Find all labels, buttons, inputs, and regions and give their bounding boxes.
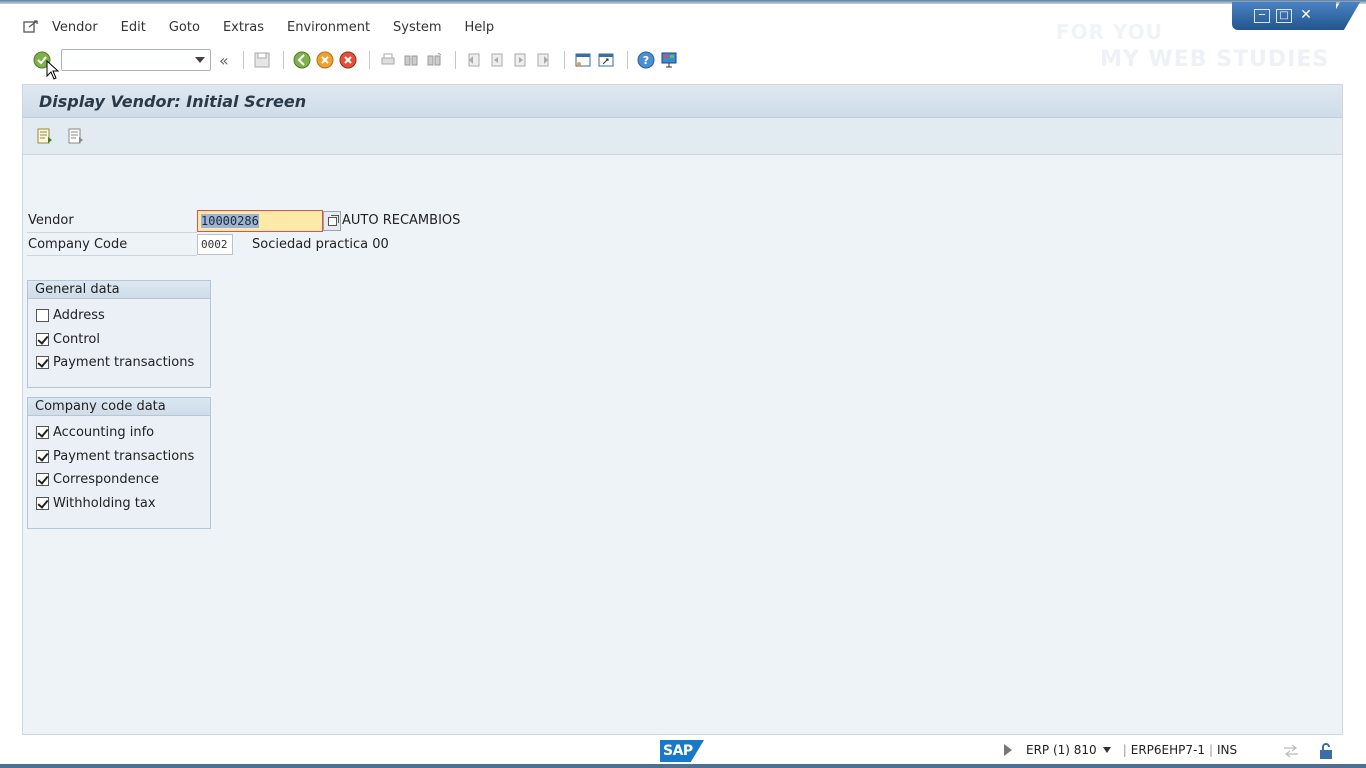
menu-environment[interactable]: Environment (287, 20, 370, 35)
customize-layout-icon[interactable] (659, 50, 679, 70)
command-field[interactable] (61, 49, 211, 71)
lock-icon[interactable] (1318, 742, 1334, 763)
top-accent-line (0, 0, 1366, 4)
collapse-command-icon[interactable]: « (219, 51, 229, 70)
separator (626, 51, 628, 69)
checkbox-control[interactable]: Control (28, 328, 210, 352)
main-frame: Display Vendor: Initial Screen Vendor 10… (22, 84, 1343, 735)
checkbox-label: Control (53, 331, 100, 347)
company-code-data-title: Company code data (28, 398, 210, 416)
checkbox[interactable] (36, 332, 49, 346)
vendor-label: Vendor (28, 213, 74, 228)
checkbox-withholding-tax[interactable]: Withholding tax (28, 492, 210, 516)
checkbox[interactable] (36, 449, 49, 463)
menu-system[interactable]: System (393, 20, 441, 35)
checkbox-correspondence[interactable]: Correspondence (28, 468, 210, 492)
bottom-accent-line (0, 764, 1366, 768)
svg-text:?: ? (643, 54, 649, 67)
separator (454, 51, 456, 69)
checkbox[interactable] (36, 356, 49, 370)
vendor-description: AUTO RECAMBIOS (342, 213, 461, 228)
general-data-title: General data (28, 281, 210, 299)
application-toolbar (23, 118, 1342, 155)
new-session-icon[interactable] (573, 50, 593, 70)
separator: | (1208, 743, 1214, 757)
page-title: Display Vendor: Initial Screen (39, 91, 307, 111)
back-icon[interactable] (292, 50, 312, 70)
system-info: ERP (1) 810 | ERP6EHP7-1 | INS (1004, 743, 1237, 757)
mouse-cursor-icon (46, 59, 60, 83)
connection-icon (1282, 744, 1300, 761)
checkbox-label: Correspondence (53, 472, 160, 488)
first-page-icon[interactable] (464, 50, 484, 70)
checkbox-payment-transactions[interactable]: Payment transactions (28, 351, 210, 375)
maximize-icon[interactable]: □ (1276, 9, 1292, 23)
system-toolbar: « ? (0, 44, 1366, 80)
separator (242, 51, 244, 69)
checkbox-accounting-info[interactable]: Accounting info (28, 421, 210, 445)
display-other-icon[interactable] (66, 126, 86, 146)
company-code-description: Sociedad practica 00 (252, 237, 389, 252)
menu-edit[interactable]: Edit (121, 20, 146, 35)
checkbox-label: Accounting info (53, 425, 155, 441)
company-code-field[interactable]: 0002 (197, 234, 233, 255)
separator: | (1122, 743, 1127, 757)
vendor-value: 10000286 (201, 214, 259, 228)
help-icon[interactable]: ? (636, 50, 656, 70)
checkbox-label: Withholding tax (53, 495, 156, 511)
last-page-icon[interactable] (533, 50, 553, 70)
minimize-icon[interactable]: ─ (1254, 9, 1270, 23)
next-page-icon[interactable] (510, 50, 530, 70)
display-all-icon[interactable] (35, 126, 55, 146)
sap-logo: SAP (660, 740, 704, 762)
separator (563, 51, 565, 69)
separator (282, 51, 284, 69)
server-name: ERP6EHP7-1 (1130, 743, 1205, 757)
chevron-down-icon[interactable] (1102, 747, 1111, 753)
menu-extras[interactable]: Extras (223, 20, 264, 35)
shortcut-icon[interactable] (596, 50, 616, 70)
title-bar: Display Vendor: Initial Screen (23, 85, 1342, 118)
exit-icon[interactable] (315, 50, 335, 70)
previous-page-icon[interactable] (487, 50, 507, 70)
checkbox-address[interactable]: Address (28, 304, 210, 328)
company-code-underline (27, 255, 197, 256)
checkbox[interactable] (36, 496, 49, 510)
menu-help[interactable]: Help (465, 20, 495, 35)
find-next-icon[interactable] (424, 50, 444, 70)
cancel-icon[interactable] (338, 50, 358, 70)
find-icon[interactable] (401, 50, 421, 70)
chevron-down-icon[interactable] (195, 57, 205, 63)
input-mode: INS (1217, 743, 1238, 757)
search-help-button[interactable] (323, 211, 341, 231)
vendor-field[interactable]: 10000286 (197, 210, 323, 232)
checkbox-cc-payment-transactions[interactable]: Payment transactions (28, 445, 210, 469)
system-id: ERP (1) 810 (1026, 743, 1097, 757)
menu-vendor[interactable]: Vendor (52, 20, 98, 35)
company-code-data-group: Company code data Accounting info Paymen… (27, 397, 211, 529)
checkbox[interactable] (36, 473, 49, 487)
expand-status-icon[interactable] (1004, 744, 1012, 756)
watermark-line-1: FOR YOU (1056, 20, 1164, 44)
menu-toggle-icon[interactable] (22, 18, 40, 36)
menu-goto[interactable]: Goto (169, 20, 200, 35)
separator (368, 51, 370, 69)
checkbox-label: Payment transactions (53, 355, 195, 371)
close-icon[interactable]: ✕ (1298, 8, 1314, 23)
vendor-label-underline (27, 232, 197, 233)
window-controls: ─ □ ✕ (1232, 2, 1336, 30)
checkbox-label: Address (53, 308, 105, 324)
company-code-label: Company Code (28, 237, 128, 252)
checkbox[interactable] (36, 309, 49, 323)
print-icon[interactable] (378, 50, 398, 70)
save-icon[interactable] (252, 50, 272, 70)
general-data-group: General data Address Control Payment tra… (27, 280, 211, 388)
checkbox[interactable] (36, 426, 49, 440)
checkbox-label: Payment transactions (53, 448, 195, 464)
